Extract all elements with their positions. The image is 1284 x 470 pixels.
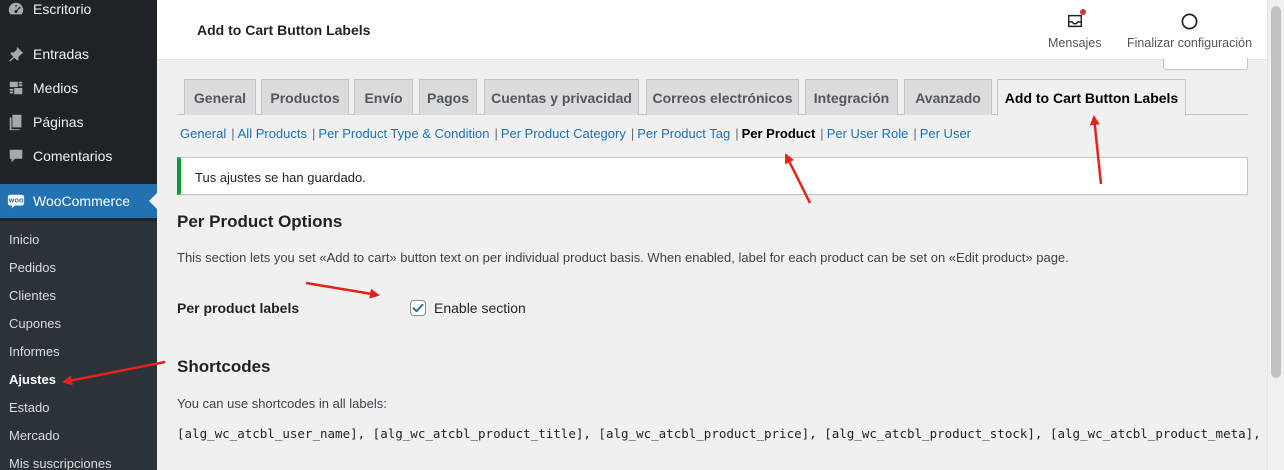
tab-cuentas-privacidad[interactable]: Cuentas y privacidad xyxy=(484,79,639,115)
settings-tabs: General Productos Envío Pagos Cuentas y … xyxy=(177,78,1248,116)
submenu-item-estado[interactable]: Estado xyxy=(9,400,49,415)
circle-progress-icon xyxy=(1180,10,1200,32)
dashboard-icon xyxy=(6,0,26,19)
submenu-item-inicio[interactable]: Inicio xyxy=(9,232,39,247)
finish-setup-button[interactable]: Finalizar configuración xyxy=(1127,10,1252,50)
current-menu-arrow xyxy=(149,193,157,209)
separator: | xyxy=(312,126,316,141)
notice-text: Tus ajustes se han guardado. xyxy=(195,170,366,185)
woocommerce-header: Add to Cart Button Labels Mensajes Final… xyxy=(157,0,1267,60)
tab-add-to-cart-button-labels[interactable]: Add to Cart Button Labels xyxy=(997,79,1186,116)
woocommerce-icon: WOO xyxy=(6,191,26,211)
page-title: Add to Cart Button Labels xyxy=(197,22,371,38)
tab-integracion[interactable]: Integración xyxy=(805,79,898,115)
woocommerce-submenu: Inicio Pedidos Clientes Cupones Informes… xyxy=(0,221,157,470)
submenu-item-cupones[interactable]: Cupones xyxy=(9,316,61,331)
media-icon xyxy=(6,78,26,98)
subsection-general[interactable]: General xyxy=(180,126,226,141)
subsection-per-product[interactable]: Per Product xyxy=(742,126,816,141)
field-label-per-product: Per product labels xyxy=(177,300,300,316)
section-title-options: Per Product Options xyxy=(177,212,343,231)
messages-button[interactable]: Mensajes xyxy=(1048,9,1102,50)
submenu-item-mis-suscripciones[interactable]: Mis suscripciones xyxy=(9,456,112,470)
subsection-all-products[interactable]: All Products xyxy=(238,126,307,141)
pages-icon xyxy=(6,112,26,132)
tab-correos-electronicos[interactable]: Correos electrónicos xyxy=(646,79,799,115)
menu-item-paginas[interactable]: Páginas xyxy=(0,105,157,139)
separator: | xyxy=(231,126,235,141)
submenu-item-mercado[interactable]: Mercado xyxy=(9,428,60,443)
finish-setup-label: Finalizar configuración xyxy=(1127,36,1253,50)
pin-icon xyxy=(6,44,26,64)
tab-productos[interactable]: Productos xyxy=(261,79,349,115)
subsection-per-user[interactable]: Per User xyxy=(920,126,971,141)
checkmark-icon xyxy=(412,303,424,313)
help-tab-button[interactable] xyxy=(1163,58,1248,70)
submenu-item-ajustes[interactable]: Ajustes xyxy=(9,372,56,387)
subsection-per-product-type-condition[interactable]: Per Product Type & Condition xyxy=(318,126,489,141)
scrollbar-thumb[interactable] xyxy=(1271,6,1281,378)
menu-item-label: Comentarios xyxy=(33,148,113,164)
menu-item-escritorio[interactable]: Escritorio xyxy=(0,0,157,26)
section-description: This section lets you set «Add to cart» … xyxy=(177,250,1069,265)
separator: | xyxy=(913,126,917,141)
menu-item-woocommerce[interactable]: WOO WooCommerce xyxy=(0,184,157,218)
admin-sidebar: Escritorio Entradas Medios Páginas Comen… xyxy=(0,0,157,470)
menu-item-label: Escritorio xyxy=(33,1,92,17)
enable-section-checkbox-row[interactable]: Enable section xyxy=(410,300,526,316)
checkbox-label: Enable section xyxy=(434,300,526,316)
subsection-nav: General | All Products | Per Product Type & … xyxy=(180,126,971,141)
subsection-per-product-category[interactable]: Per Product Category xyxy=(501,126,626,141)
tab-general[interactable]: General xyxy=(184,79,256,115)
tab-pagos[interactable]: Pagos xyxy=(419,79,477,115)
separator: | xyxy=(820,126,824,141)
shortcodes-list: [alg_wc_atcbl_user_name], [alg_wc_atcbl_… xyxy=(177,426,1262,441)
submenu-item-clientes[interactable]: Clientes xyxy=(9,288,56,303)
shortcodes-description: You can use shortcodes in all labels: xyxy=(177,396,387,411)
success-notice: Tus ajustes se han guardado. xyxy=(177,157,1248,195)
menu-item-label: Páginas xyxy=(33,114,84,130)
subsection-per-user-role[interactable]: Per User Role xyxy=(827,126,909,141)
separator: | xyxy=(494,126,498,141)
tab-envio[interactable]: Envío xyxy=(354,79,413,115)
menu-item-label: Medios xyxy=(33,80,79,96)
separator: | xyxy=(735,126,739,141)
page-scrollbar[interactable] xyxy=(1267,0,1284,470)
comments-icon xyxy=(6,146,26,166)
svg-text:WOO: WOO xyxy=(8,198,23,204)
submenu-item-informes[interactable]: Informes xyxy=(9,344,60,359)
messages-label: Mensajes xyxy=(1048,36,1102,50)
menu-item-medios[interactable]: Medios xyxy=(0,71,157,105)
arrow-to-checkbox xyxy=(305,281,380,299)
menu-item-comentarios[interactable]: Comentarios xyxy=(0,139,157,173)
inbox-icon xyxy=(1065,9,1086,32)
enable-section-checkbox[interactable] xyxy=(410,300,426,316)
menu-item-label: WooCommerce xyxy=(33,193,130,209)
subsection-per-product-tag[interactable]: Per Product Tag xyxy=(637,126,730,141)
notification-dot xyxy=(1079,9,1086,15)
separator: | xyxy=(630,126,635,141)
menu-item-label: Entradas xyxy=(33,46,90,62)
menu-item-entradas[interactable]: Entradas xyxy=(0,37,157,71)
submenu-item-pedidos[interactable]: Pedidos xyxy=(9,260,56,275)
section-title-shortcodes: Shortcodes xyxy=(177,357,271,376)
tab-avanzado[interactable]: Avanzado xyxy=(904,79,992,115)
